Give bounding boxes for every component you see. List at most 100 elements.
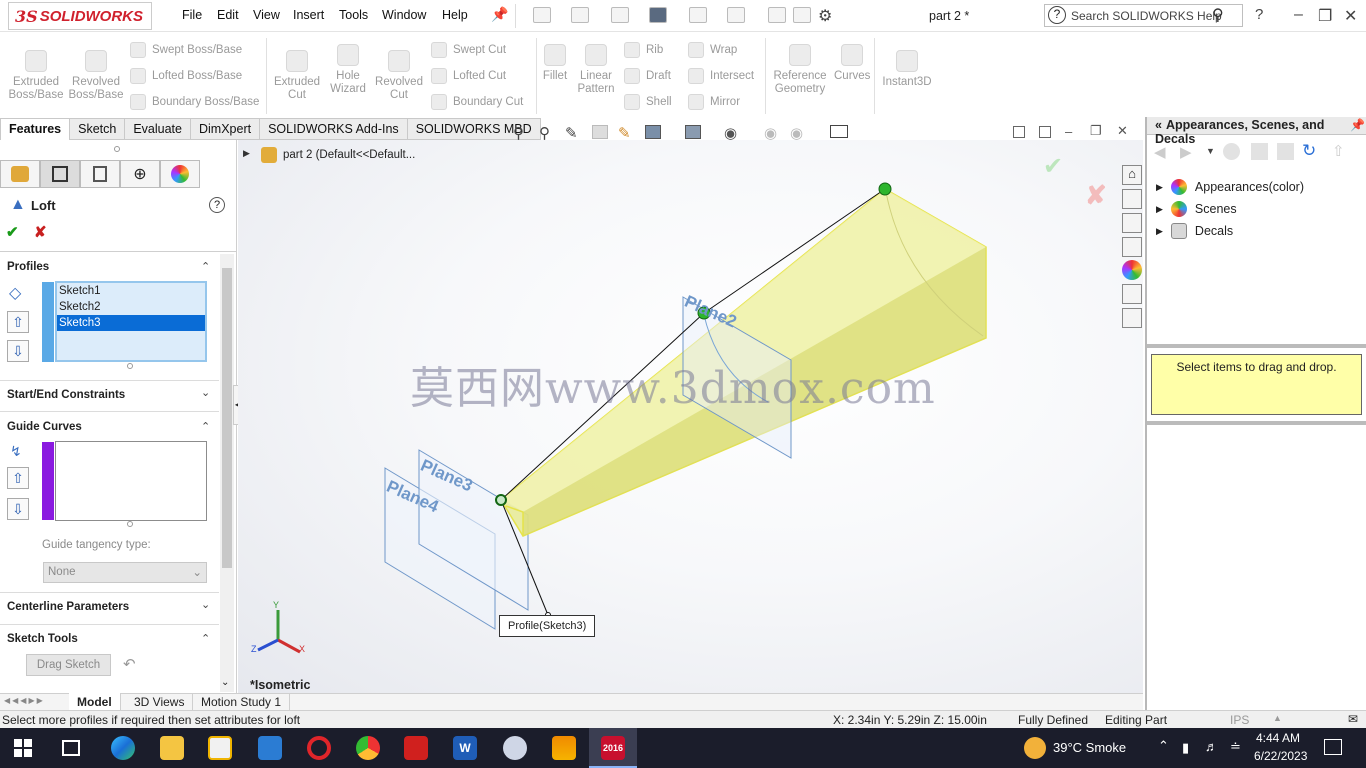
pin-icon[interactable]: 📌 <box>491 6 508 23</box>
notification-center-icon[interactable] <box>1324 739 1342 755</box>
create-folder-icon[interactable] <box>1277 143 1294 160</box>
menu-help[interactable]: Help <box>442 8 468 22</box>
scroll-down-icon[interactable]: ⌄ <box>221 677 229 688</box>
list-item[interactable]: Sketch3 <box>57 315 205 331</box>
tab-sketch[interactable]: Sketch <box>70 118 126 140</box>
traffic-light-icon[interactable] <box>768 7 786 23</box>
search-icon[interactable]: ⚲ <box>1212 5 1224 25</box>
draft-button[interactable]: Draft <box>624 68 671 84</box>
collapse-chevron-icon[interactable]: ⌃ <box>201 260 210 273</box>
acrobat-icon[interactable] <box>404 736 428 760</box>
mail-icon[interactable] <box>258 736 282 760</box>
tray-chevron-icon[interactable]: ⌃ <box>1158 738 1169 754</box>
display-style-icon[interactable] <box>685 125 701 139</box>
start-end-constraints-header[interactable]: Start/End Constraints <box>7 389 125 401</box>
file-properties-icon[interactable] <box>793 7 811 23</box>
tooltip-bubble-icon[interactable]: ✉ <box>1348 712 1358 726</box>
menu-window[interactable]: Window <box>382 8 426 22</box>
wrap-button[interactable]: Wrap <box>688 42 737 58</box>
edit-appearance-icon[interactable]: ◉ <box>764 124 777 142</box>
curves-button[interactable]: Curves <box>834 44 870 83</box>
fillet-button[interactable]: Fillet <box>540 44 570 83</box>
move-up-button[interactable]: ⇧ <box>7 311 29 333</box>
expand-chevron-icon[interactable]: ⌄ <box>201 598 210 611</box>
connector-point[interactable] <box>495 494 507 506</box>
forum-icon[interactable] <box>1122 308 1142 328</box>
file-explorer-icon[interactable] <box>1122 213 1142 233</box>
linear-pattern-button[interactable]: Linear Pattern <box>574 44 618 96</box>
tree-root-label[interactable]: part 2 (Default<<Default... <box>283 149 415 161</box>
view-orientation-icon[interactable] <box>645 125 661 139</box>
back-icon[interactable]: ◀ <box>1154 143 1166 161</box>
menu-insert[interactable]: Insert <box>293 8 324 22</box>
tab-property-manager[interactable] <box>40 160 80 188</box>
viewport-close-icon[interactable]: ✕ <box>1117 123 1128 139</box>
resize-handle[interactable] <box>127 363 133 369</box>
view-palette-icon[interactable] <box>1122 237 1142 257</box>
save-icon[interactable] <box>611 7 629 23</box>
zoom-area-icon[interactable]: ⚲ <box>539 124 550 142</box>
opera-icon[interactable] <box>307 736 331 760</box>
task-view-icon[interactable] <box>62 740 80 756</box>
unit-system-select[interactable]: IPS <box>1230 713 1249 727</box>
word-icon[interactable]: W <box>453 736 477 760</box>
list-item[interactable]: Sketch1 <box>57 283 205 299</box>
tab-scroll-arrows[interactable]: ◀◀◀▶▶ <box>4 696 45 705</box>
guide-tangency-select[interactable]: None ⌄ <box>43 562 207 583</box>
solidworks-logo[interactable]: 3S SOLIDWORKS <box>8 2 152 30</box>
collapse-pane-icon[interactable]: « <box>1155 118 1162 132</box>
tab-3d-views[interactable]: 3D Views <box>126 693 194 710</box>
vlc-icon[interactable] <box>552 736 576 760</box>
guide-curves-header[interactable]: Guide Curves <box>7 421 82 433</box>
scrollbar-thumb[interactable] <box>222 268 232 568</box>
wifi-icon[interactable]: ≐ <box>1230 739 1241 755</box>
undo-sketch-icon[interactable]: ↶ <box>123 655 136 673</box>
connector-point[interactable] <box>878 182 892 196</box>
chevron-down-icon[interactable]: ▼ <box>1206 146 1215 156</box>
extruded-boss-button[interactable]: Extruded Boss/Base <box>8 50 64 102</box>
add-file-location-icon[interactable] <box>1251 143 1268 160</box>
tree-item-decals[interactable]: ▶ Decals <box>1156 223 1233 239</box>
graphics-viewport[interactable] <box>238 140 1143 693</box>
tree-item-appearances[interactable]: ▶ Appearances(color) <box>1156 179 1304 195</box>
move-down-button[interactable]: ⇩ <box>7 340 29 362</box>
confirm-ok-icon[interactable]: ✔ <box>1043 152 1063 181</box>
collapse-chevron-icon[interactable]: ⌃ <box>201 420 210 433</box>
design-library-icon[interactable] <box>1122 189 1142 209</box>
panel-grip-handle[interactable] <box>114 146 120 152</box>
drag-sketch-button[interactable]: Drag Sketch <box>26 654 111 676</box>
tab-features[interactable]: Features <box>0 118 71 140</box>
menu-file[interactable]: File <box>182 8 202 22</box>
model-canvas[interactable] <box>238 140 1143 693</box>
help-icon[interactable]: ? <box>209 197 225 213</box>
view-settings-icon[interactable] <box>830 125 848 138</box>
centerline-parameters-header[interactable]: Centerline Parameters <box>7 601 129 613</box>
hide-show-items-icon[interactable]: ◉ <box>724 124 737 142</box>
print-icon[interactable] <box>649 7 667 23</box>
collapse-chevron-icon[interactable]: ⌃ <box>201 632 210 645</box>
expand-chevron-icon[interactable]: ⌄ <box>201 386 210 399</box>
ok-check-icon[interactable]: ✔ <box>6 223 19 241</box>
menu-view[interactable]: View <box>253 8 280 22</box>
volume-icon[interactable]: ♬ <box>1205 739 1218 754</box>
minimize-icon[interactable]: – <box>1294 6 1303 24</box>
clock-date[interactable]: 6/22/2023 <box>1254 749 1307 763</box>
reference-geometry-button[interactable]: Reference Geometry <box>770 44 830 96</box>
list-item[interactable]: Sketch2 <box>57 299 205 315</box>
appearances-tab-icon[interactable] <box>1122 260 1142 280</box>
refresh-icon[interactable]: ↻ <box>1302 141 1316 161</box>
boundary-cut-button[interactable]: Boundary Cut <box>431 94 523 110</box>
menu-edit[interactable]: Edit <box>217 8 239 22</box>
open-icon[interactable] <box>571 7 589 23</box>
lofted-cut-button[interactable]: Lofted Cut <box>431 68 506 84</box>
menu-tools[interactable]: Tools <box>339 8 368 22</box>
edge-browser-icon[interactable] <box>111 736 135 760</box>
battery-icon[interactable]: ▮ <box>1182 740 1189 756</box>
clock-time[interactable]: 4:44 AM <box>1256 731 1300 745</box>
apply-scene-icon[interactable]: ◉ <box>790 124 803 142</box>
confirm-cancel-icon[interactable]: ✘ <box>1085 180 1107 211</box>
forward-icon[interactable]: ▶ <box>1180 143 1192 161</box>
sketch-tools-header[interactable]: Sketch Tools <box>7 633 78 645</box>
undo-icon[interactable] <box>689 7 707 23</box>
lofted-boss-button[interactable]: Lofted Boss/Base <box>130 68 242 84</box>
